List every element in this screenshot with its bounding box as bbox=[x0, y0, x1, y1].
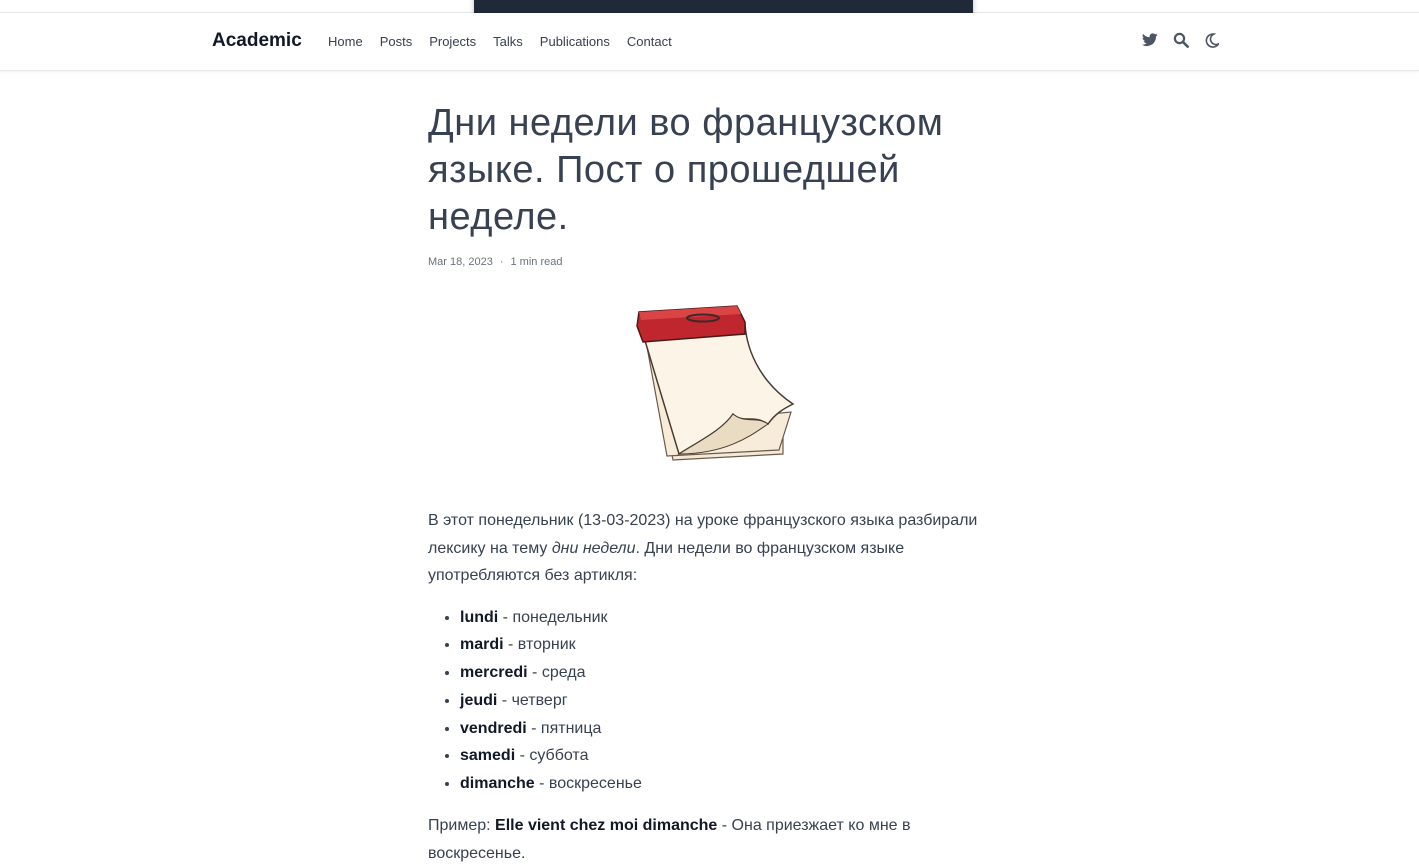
navbar: Academic Home Posts Projects Talks Publi… bbox=[0, 13, 1419, 71]
day-fr: vendredi bbox=[460, 719, 527, 737]
site-brand[interactable]: Academic bbox=[212, 30, 302, 52]
article: Дни недели во французском языке. Пост о … bbox=[428, 100, 1008, 867]
read-time: 1 min read bbox=[510, 256, 563, 268]
day-fr: mardi bbox=[460, 636, 504, 654]
article-title: Дни недели во французском языке. Пост о … bbox=[428, 102, 944, 238]
list-item: lundi - понедельник bbox=[460, 604, 1008, 632]
day-fr: dimanche bbox=[460, 775, 535, 793]
nav-link-talks[interactable]: Talks bbox=[493, 34, 523, 49]
day-fr: jeudi bbox=[460, 691, 498, 709]
list-item: jeudi - четверг bbox=[460, 687, 1008, 715]
list-item: dimanche - воскресенье bbox=[460, 770, 1008, 798]
day-fr: lundi bbox=[460, 608, 499, 626]
nav-link-posts[interactable]: Posts bbox=[380, 34, 413, 49]
nav-icons bbox=[1141, 31, 1221, 49]
tear-off-calendar-image bbox=[636, 305, 795, 461]
example-french: Elle vient chez moi dimanche bbox=[495, 817, 718, 835]
day-fr: samedi bbox=[460, 747, 516, 765]
twitter-icon[interactable] bbox=[1141, 31, 1159, 49]
nav-menu: Home Posts Projects Talks Publications C… bbox=[328, 34, 672, 49]
nav-link-home[interactable]: Home bbox=[328, 34, 363, 49]
meta-separator: · bbox=[499, 256, 504, 268]
search-icon[interactable] bbox=[1172, 31, 1190, 49]
day-ru: - вторник bbox=[503, 636, 576, 654]
nav-link-publications[interactable]: Publications bbox=[540, 34, 610, 49]
list-item: samedi - суббота bbox=[460, 742, 1008, 770]
day-ru: - понедельник bbox=[498, 608, 608, 626]
article-meta: Mar 18, 2023 · 1 min read bbox=[428, 256, 1008, 268]
day-ru: - суббота bbox=[515, 747, 589, 765]
day-fr: mercredi bbox=[460, 664, 528, 682]
list-item: vendredi - пятница bbox=[460, 715, 1008, 743]
list-item: mardi - вторник bbox=[460, 631, 1008, 659]
nav-link-projects[interactable]: Projects bbox=[429, 34, 476, 49]
days-list: lundi - понедельник mardi - вторник merc… bbox=[428, 604, 1008, 799]
intro-paragraph: В этот понедельник (13-03-2023) на уроке… bbox=[428, 507, 1008, 590]
day-ru: - четверг bbox=[497, 691, 568, 709]
day-ru: - среда bbox=[527, 664, 586, 682]
example-label: Пример: bbox=[428, 817, 496, 835]
calendar-illustration bbox=[428, 304, 1008, 474]
nav-link-contact[interactable]: Contact bbox=[627, 34, 672, 49]
example-paragraph: Пример: Elle vient chez moi dimanche - О… bbox=[428, 812, 1008, 867]
moon-icon[interactable] bbox=[1203, 31, 1221, 49]
intro-emphasis: дни недели bbox=[551, 539, 636, 557]
day-ru: - пятница bbox=[526, 719, 602, 737]
list-item: mercredi - среда bbox=[460, 659, 1008, 687]
article-date: Mar 18, 2023 bbox=[428, 256, 493, 268]
day-ru: - воскресенье bbox=[534, 775, 642, 793]
